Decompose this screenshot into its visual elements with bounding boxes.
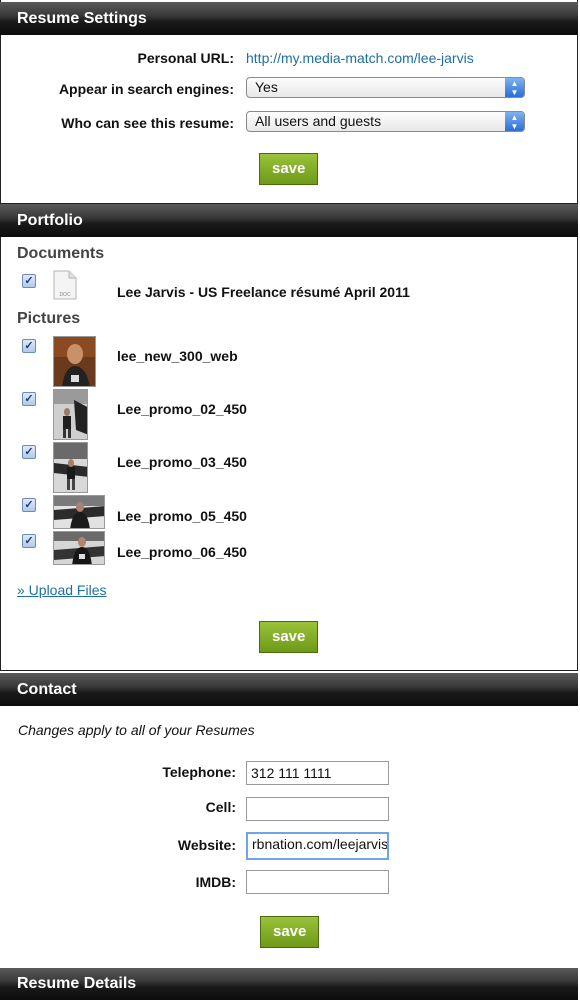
contact-save-button[interactable]: save xyxy=(260,916,320,948)
personal-url-label: Personal URL: xyxy=(137,50,234,66)
documents-title: Documents xyxy=(17,245,105,262)
visibility-select[interactable]: All users and guests ▲ ▼ xyxy=(246,111,525,132)
telephone-field[interactable]: 312 111 1111 xyxy=(246,761,389,785)
picture-thumbnail xyxy=(53,495,105,529)
telephone-label: Telephone: xyxy=(162,764,236,780)
portfolio-header: Portfolio xyxy=(0,204,578,237)
picture-name: Lee_promo_06_450 xyxy=(117,544,247,560)
select-arrows-icon: ▲ ▼ xyxy=(505,78,524,97)
picture-checkbox[interactable]: ✓ xyxy=(22,445,36,459)
settings-save-button[interactable]: save xyxy=(259,153,319,185)
picture-checkbox[interactable]: ✓ xyxy=(22,392,36,406)
upload-files-link[interactable]: » Upload Files xyxy=(17,582,107,598)
contact-note: Changes apply to all of your Resumes xyxy=(18,722,255,738)
website-field[interactable]: rbnation.com/leejarvis xyxy=(246,832,389,860)
portfolio-save-button[interactable]: save xyxy=(259,621,319,653)
picture-name: Lee_promo_02_450 xyxy=(117,401,247,417)
pictures-title: Pictures xyxy=(17,310,81,327)
visibility-label: Who can see this resume: xyxy=(61,115,234,131)
document-checkbox[interactable]: ✓ xyxy=(22,274,36,288)
resume-details-header: Resume Details xyxy=(0,968,578,1000)
search-engines-label: Appear in search engines: xyxy=(58,81,234,97)
cell-field[interactable] xyxy=(246,797,389,821)
picture-checkbox[interactable]: ✓ xyxy=(22,534,36,548)
search-engines-value: Yes xyxy=(255,79,278,95)
picture-thumbnail xyxy=(53,336,96,387)
personal-url-row: Personal URL: http://my.media-match.com/… xyxy=(0,48,578,68)
select-arrows-icon: ▲ ▼ xyxy=(505,112,524,131)
imdb-field[interactable] xyxy=(246,870,389,894)
imdb-label: IMDB: xyxy=(195,874,236,890)
website-label: Website: xyxy=(177,837,236,853)
svg-text:DOC: DOC xyxy=(59,292,71,298)
cell-label: Cell: xyxy=(205,799,236,815)
personal-url-link[interactable]: http://my.media-match.com/lee-jarvis xyxy=(246,50,474,66)
picture-name: Lee_promo_03_450 xyxy=(117,454,247,470)
picture-name: lee_new_300_web xyxy=(117,348,238,364)
picture-thumbnail xyxy=(53,531,105,565)
resume-settings-header: Resume Settings xyxy=(0,2,578,35)
picture-checkbox[interactable]: ✓ xyxy=(22,339,36,353)
contact-header: Contact xyxy=(0,673,578,706)
search-engines-select[interactable]: Yes ▲ ▼ xyxy=(246,77,525,98)
document-name: Lee Jarvis - US Freelance résumé April 2… xyxy=(117,284,410,300)
document-icon: DOC xyxy=(53,270,77,300)
picture-name: Lee_promo_05_450 xyxy=(117,508,247,524)
picture-checkbox[interactable]: ✓ xyxy=(22,498,36,512)
picture-thumbnail xyxy=(53,389,88,440)
picture-thumbnail xyxy=(53,442,88,493)
visibility-value: All users and guests xyxy=(255,113,382,129)
